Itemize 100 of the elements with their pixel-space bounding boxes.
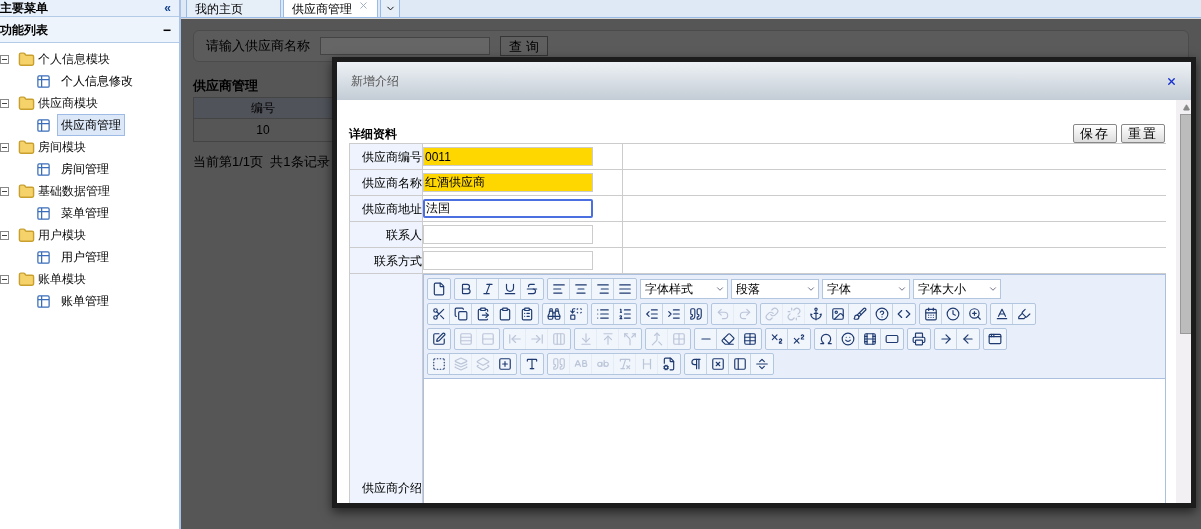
format-dropdown[interactable]: 字体大小 <box>913 279 1001 299</box>
caret-icon <box>988 284 998 294</box>
form-field[interactable]: 法国 <box>423 199 593 218</box>
new-page-icon <box>432 282 446 296</box>
minus-icon[interactable] <box>0 142 9 152</box>
form-field[interactable]: 红酒供应商 <box>423 173 593 192</box>
help-icon <box>874 307 889 321</box>
insert-row-icon <box>458 332 473 346</box>
calendar-icon <box>923 307 938 321</box>
subscript-icon <box>769 332 784 346</box>
justify-icon <box>618 282 632 296</box>
unlink-icon <box>786 307 801 321</box>
superscript-icon <box>792 332 806 346</box>
redo-icon <box>738 307 752 321</box>
image-icon <box>830 307 845 321</box>
find-icon <box>546 307 561 321</box>
table-icon <box>36 161 51 177</box>
brush-icon <box>852 307 867 321</box>
tree-leaf[interactable]: 供应商管理 <box>57 114 125 136</box>
minus-icon[interactable] <box>0 98 9 108</box>
window-icon <box>988 332 1002 346</box>
insert-column-before-icon <box>507 332 522 346</box>
tree-leaf[interactable]: 用户管理 <box>57 246 113 268</box>
anchor-icon <box>808 307 823 321</box>
table-icon <box>36 293 51 309</box>
dropdown-label: 字体样式 <box>645 281 693 298</box>
tree-leaf[interactable]: 个人信息修改 <box>57 70 137 92</box>
paste-word-icon <box>520 307 534 321</box>
form-field[interactable] <box>423 251 593 270</box>
input-box-icon <box>885 332 899 346</box>
format-dropdown[interactable]: 字体样式 <box>640 279 728 299</box>
format-dropdown[interactable]: 段落 <box>731 279 819 299</box>
minus-icon[interactable] <box>0 186 9 196</box>
table-icon <box>36 205 51 221</box>
minus-icon[interactable] <box>0 54 9 64</box>
tab-label: 我的主页 <box>195 0 243 18</box>
collapse-button[interactable]: « <box>164 2 171 14</box>
tree-node[interactable]: 个人信息模块 <box>38 50 110 68</box>
search-label: 请输入供应商名称 <box>206 37 310 56</box>
strikethrough-icon <box>525 282 539 296</box>
layout-icon <box>732 357 747 371</box>
form-field[interactable]: 0011 <box>423 147 593 166</box>
pagination-info: 当前第1/1页 共1条记录 <box>193 152 330 171</box>
search-field[interactable] <box>320 37 490 55</box>
tree-leaf[interactable]: 房间管理 <box>57 158 113 180</box>
bring-forward-icon <box>453 357 468 371</box>
section-title: 功能列表 <box>0 21 48 39</box>
dropdown-label: 段落 <box>736 281 760 298</box>
table-icon <box>36 73 51 89</box>
table-cell-text: 10 <box>255 121 271 139</box>
paste-text-icon <box>497 307 512 321</box>
sidebar-title: 主要菜单 <box>0 0 48 17</box>
dialog-button[interactable]: 保存 <box>1073 124 1117 143</box>
clock-icon <box>945 307 960 321</box>
numbered-list-icon <box>618 307 632 321</box>
replace-icon <box>569 307 583 321</box>
table-icon <box>743 332 757 346</box>
eraser-icon <box>720 332 735 346</box>
dialog-title: 新增介绍 <box>351 73 399 90</box>
tree-leaf[interactable]: 菜单管理 <box>57 202 113 224</box>
tree-node[interactable]: 房间模块 <box>38 138 86 156</box>
omega-icon <box>818 332 833 346</box>
caret-icon <box>806 284 816 294</box>
dialog-button[interactable]: 重置 <box>1121 124 1165 143</box>
dropdown-label: 字体 <box>827 281 851 298</box>
folder-icon <box>18 182 35 200</box>
minus-icon[interactable] <box>0 274 9 284</box>
tab[interactable]: 我的主页 <box>186 0 281 17</box>
tree-node[interactable]: 供应商模块 <box>38 94 98 112</box>
form-field[interactable] <box>423 225 593 244</box>
highlighter-icon <box>1017 307 1031 321</box>
scrollbar[interactable] <box>1176 100 1191 503</box>
split-cell-icon <box>623 332 637 346</box>
close-icon[interactable] <box>1166 75 1177 87</box>
field-label: 供应商名称 <box>350 170 423 195</box>
tree-leaf[interactable]: 账单管理 <box>57 290 113 312</box>
merge-cells-icon <box>649 332 664 346</box>
tab-label: 供应商管理 <box>292 0 352 18</box>
tree-node[interactable]: 基础数据管理 <box>38 182 110 200</box>
scroll-up-icon[interactable] <box>1182 104 1190 111</box>
left-to-right-icon <box>938 332 953 346</box>
collapse-section-button[interactable]: − <box>162 22 171 37</box>
table-icon <box>36 117 51 133</box>
cut-icon <box>431 307 446 321</box>
minus-icon[interactable] <box>0 230 9 240</box>
page-heading: 供应商管理 <box>193 77 258 95</box>
field-label: 联系方式 <box>350 248 423 273</box>
table-icon <box>36 249 51 265</box>
italic-icon <box>480 282 495 296</box>
tree-node[interactable]: 账单模块 <box>38 270 86 288</box>
section-title: 详细资料 <box>349 126 397 143</box>
film-icon <box>862 332 877 346</box>
paste-icon <box>475 307 490 321</box>
select-all-icon <box>431 357 446 371</box>
outdent-icon <box>644 307 659 321</box>
preview-icon <box>968 307 982 321</box>
tab[interactable]: 供应商管理 <box>283 0 378 17</box>
tree-node[interactable]: 用户模块 <box>38 226 86 244</box>
format-dropdown[interactable]: 字体 <box>822 279 910 299</box>
smiley-icon <box>840 332 855 346</box>
